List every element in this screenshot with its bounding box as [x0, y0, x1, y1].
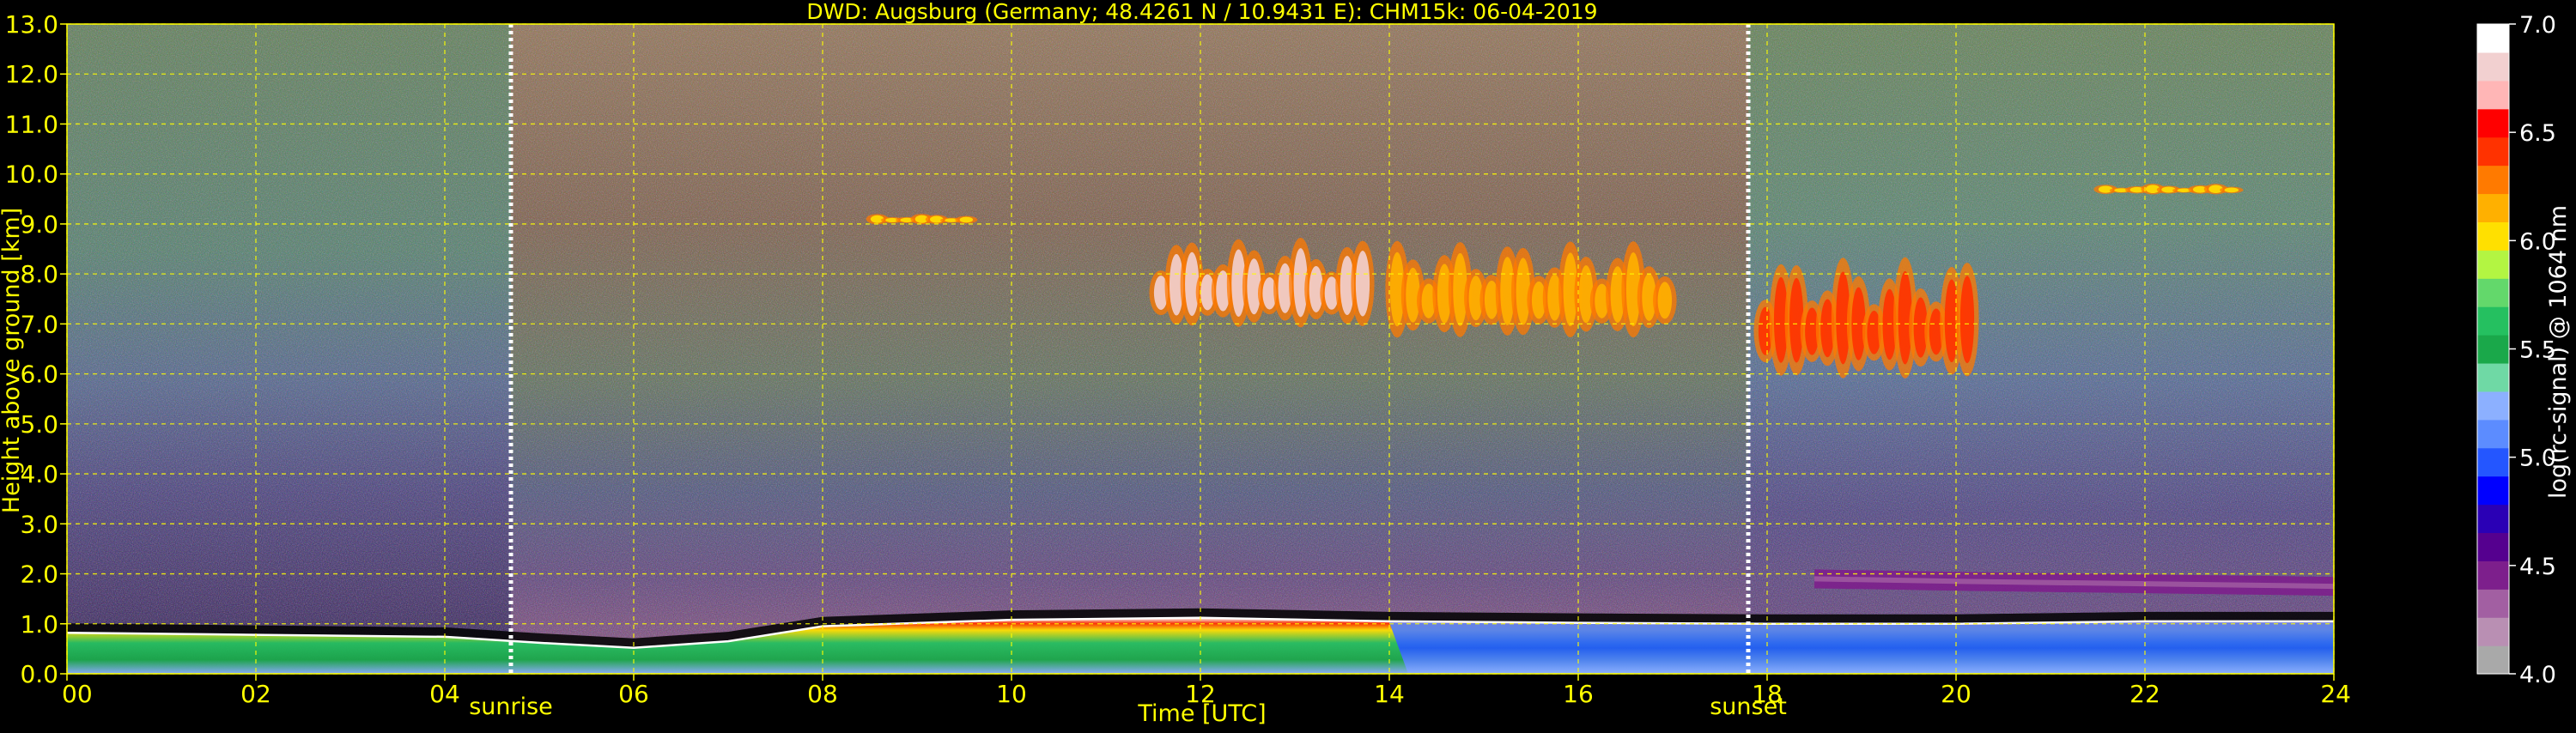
colorbar-swatch: [2477, 24, 2509, 53]
x-tick-label: 06: [618, 680, 649, 708]
colorbar-swatch: [2477, 250, 2509, 279]
colorbar-swatch: [2477, 136, 2509, 167]
colorbar-swatch: [2477, 560, 2509, 590]
x-tick-label: 24: [2320, 680, 2351, 708]
colorbar-tick-label: 6.5: [2519, 120, 2556, 147]
colorbar-swatch: [2477, 51, 2509, 82]
colorbar-tick-label: 4.5: [2519, 554, 2556, 580]
x-tick-label: 20: [1941, 680, 1971, 708]
colorbar-swatch: [2477, 447, 2509, 477]
y-tick-label: 11.0: [5, 110, 58, 138]
cloud-cell-core: [1959, 276, 1975, 364]
y-tick-label: 4.0: [20, 460, 58, 488]
y-tick-label: 10.0: [5, 161, 58, 189]
colorbar-swatch: [2477, 391, 2509, 421]
y-tick-label: 12.0: [5, 60, 58, 88]
colorbar-swatch: [2477, 80, 2509, 110]
x-tick-label: 02: [240, 680, 271, 708]
colorbar-swatch: [2477, 108, 2509, 138]
y-tick-label: 6.0: [20, 360, 58, 389]
colorbar-swatch: [2477, 335, 2509, 364]
x-tick-label: 22: [2129, 680, 2160, 708]
colorbar-swatch: [2477, 589, 2509, 618]
x-tick-label: 14: [1374, 680, 1405, 708]
colorbar-swatch: [2477, 504, 2509, 534]
x-tick-label: 16: [1563, 680, 1594, 708]
y-tick-label: 8.0: [20, 260, 58, 288]
chart-title: DWD: Augsburg (Germany; 48.4261 N / 10.9…: [806, 0, 1597, 24]
colorbar-swatch: [2477, 617, 2509, 646]
x-tick-label: 18: [1752, 680, 1783, 708]
y-tick-label: 3.0: [20, 510, 58, 538]
colorbar-swatch: [2477, 419, 2509, 449]
colorbar-swatch: [2477, 362, 2509, 392]
colorbar-swatch: [2477, 306, 2509, 336]
y-tick-label: 2.0: [20, 560, 58, 589]
x-tick-label: 08: [807, 680, 838, 708]
colorbar-swatch: [2477, 278, 2509, 307]
x-axis-label: Time [UTC]: [1137, 700, 1266, 727]
boundary-layer-band-evening: [1389, 622, 2334, 674]
y-tick-label: 7.0: [20, 310, 58, 338]
colorbar-swatch: [2477, 221, 2509, 251]
colorbar-swatch: [2477, 532, 2509, 561]
cloud-cell-core: [1355, 251, 1370, 317]
sun-marker-label: sunrise: [469, 694, 553, 720]
y-tick-label: 5.0: [20, 410, 58, 439]
y-tick-label: 13.0: [5, 10, 58, 39]
colorbar-tick-label: 7.0: [2519, 12, 2556, 39]
cloud-cell-core: [1657, 282, 1673, 319]
y-tick-label: 9.0: [20, 210, 58, 239]
y-axis-label: Height above ground [km]: [0, 208, 25, 513]
y-tick-label: 0.0: [20, 660, 58, 688]
x-tick-label: 04: [429, 680, 460, 708]
colorbar-swatch: [2477, 645, 2509, 675]
colorbar-label: log(rc-signal) @ 1064 nm: [2545, 205, 2572, 499]
cloud-cell-core: [959, 216, 974, 223]
y-tick-label: 1.0: [20, 610, 58, 639]
cloud-cell-core: [2224, 187, 2239, 193]
x-tick-label: 00: [62, 680, 93, 708]
colorbar-tick-label: 4.0: [2519, 662, 2556, 688]
colorbar-swatch: [2477, 193, 2509, 222]
ceilometer-chart: sunrise sunset 00 02 04 06 08 10 12 14 16 18 20 22 24…: [0, 0, 2576, 730]
colorbar-swatch: [2477, 165, 2509, 195]
colorbar-swatch: [2477, 476, 2509, 506]
x-tick-label: 10: [996, 680, 1027, 708]
chart-svg: sunrise sunset 00 02 04 06 08 10 12 14 16 18 20 22 24…: [0, 0, 2572, 727]
